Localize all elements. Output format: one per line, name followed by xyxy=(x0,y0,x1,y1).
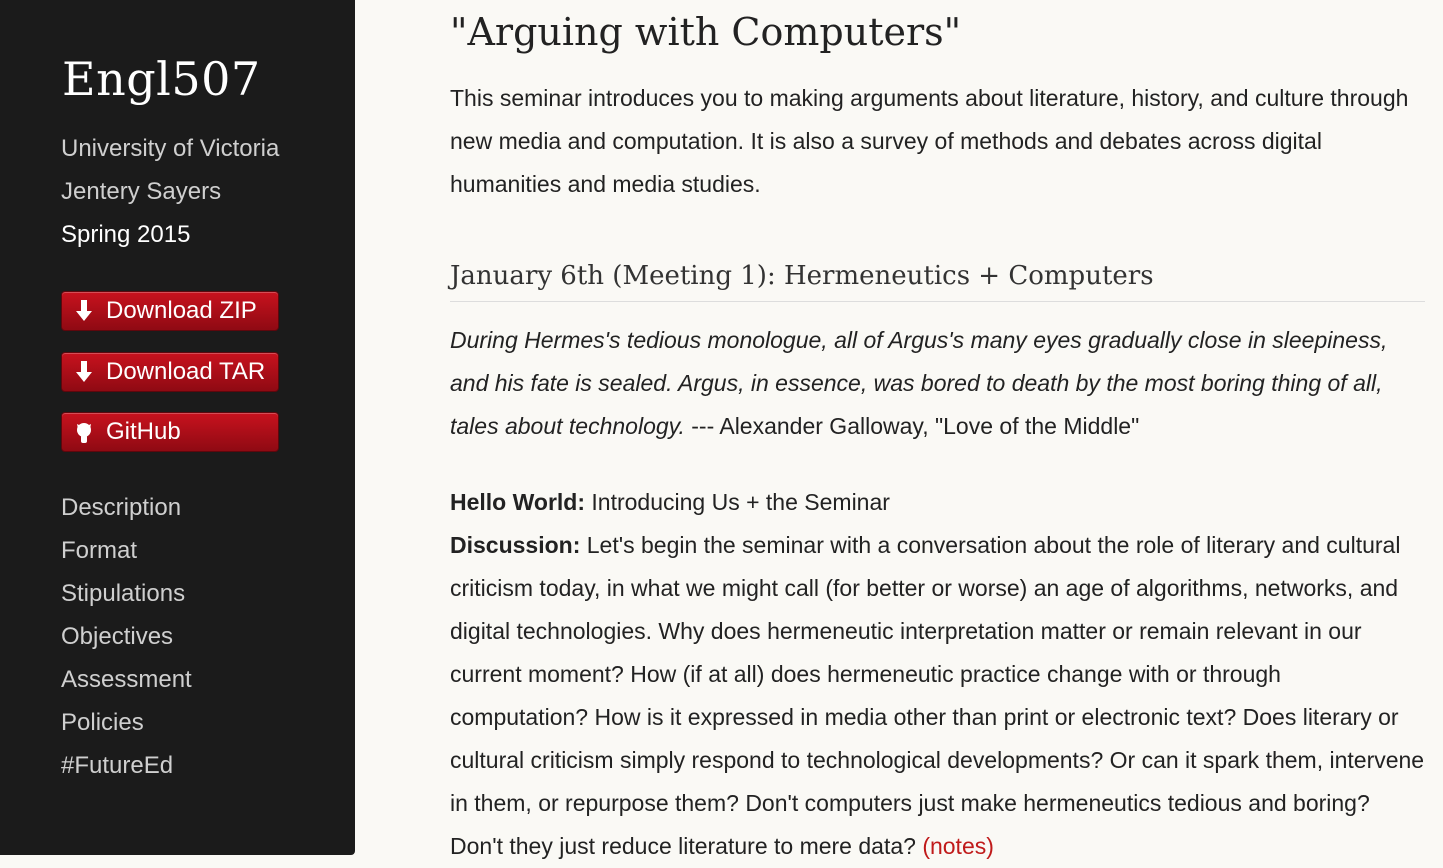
instructor-label: Jentery Sayers xyxy=(61,178,222,205)
hello-world-text: Introducing Us + the Seminar xyxy=(585,489,890,515)
download-tar-button[interactable]: Download TAR xyxy=(61,352,279,392)
download-zip-button[interactable]: Download ZIP xyxy=(61,291,279,331)
download-arrow-icon xyxy=(62,299,106,323)
institution-label: University of Victoria xyxy=(61,135,280,162)
nav-description[interactable]: Description xyxy=(61,494,181,522)
nav-format[interactable]: Format xyxy=(61,537,137,565)
download-tar-label: Download TAR xyxy=(106,358,266,385)
term-label: Spring 2015 xyxy=(61,221,191,248)
discussion-text: Let's begin the seminar with a conversat… xyxy=(450,532,1425,859)
github-label: GitHub xyxy=(106,418,181,445)
download-zip-label: Download ZIP xyxy=(106,297,257,324)
download-arrow-icon xyxy=(62,360,106,384)
hello-world-label: Hello World: xyxy=(450,489,586,515)
nav-stipulations[interactable]: Stipulations xyxy=(61,580,185,608)
site-title[interactable]: Engl507 xyxy=(62,52,261,106)
sidebar: Engl507 University of Victoria Jentery S… xyxy=(0,0,355,855)
hello-world-paragraph: Hello World: Introducing Us + the Semina… xyxy=(450,481,1425,524)
nav-objectives[interactable]: Objectives xyxy=(61,623,173,651)
discussion-label: Discussion: xyxy=(450,532,581,558)
epigraph: During Hermes's tedious monologue, all o… xyxy=(450,319,1425,448)
notes-link[interactable]: (notes) xyxy=(922,833,994,859)
nav-policies[interactable]: Policies xyxy=(61,709,144,737)
discussion-paragraph: Discussion: Let's begin the seminar with… xyxy=(450,524,1425,868)
nav-futureed[interactable]: #FutureEd xyxy=(61,752,173,780)
epigraph-attribution: --- Alexander Galloway, "Love of the Mid… xyxy=(684,413,1140,439)
github-button[interactable]: GitHub xyxy=(61,412,279,452)
intro-paragraph: This seminar introduces you to making ar… xyxy=(450,85,1409,197)
github-octocat-icon xyxy=(62,420,106,444)
meeting-heading: January 6th (Meeting 1): Hermeneutics + … xyxy=(450,261,1425,302)
nav-assessment[interactable]: Assessment xyxy=(61,666,192,694)
page-title: "Arguing with Computers" xyxy=(450,10,962,54)
